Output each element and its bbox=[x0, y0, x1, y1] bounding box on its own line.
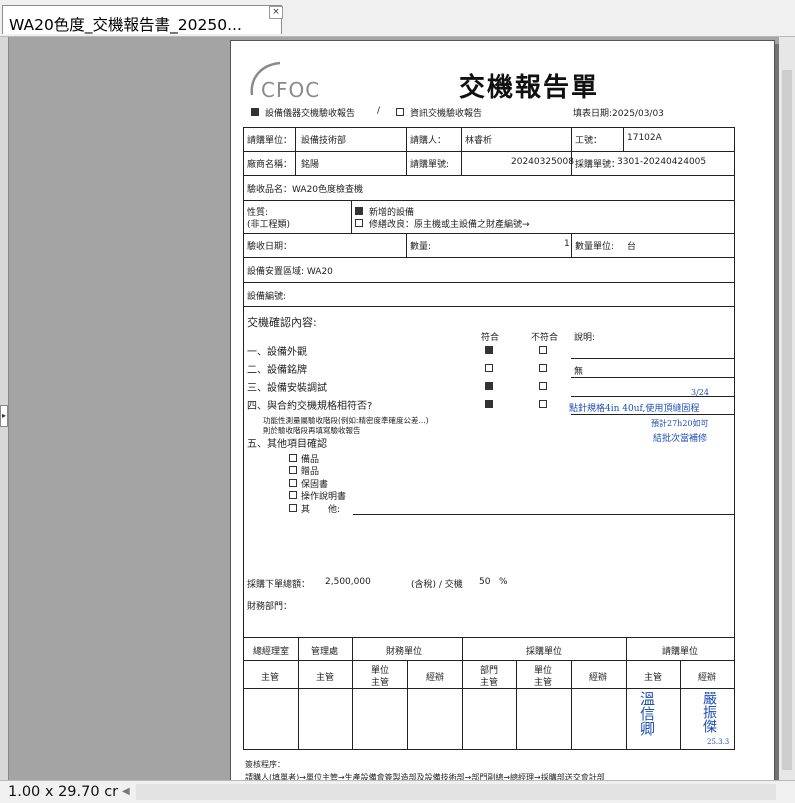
percent-sign: % bbox=[499, 577, 508, 587]
other-gift-checkbox bbox=[289, 466, 297, 474]
po-no-label: 採購單號： bbox=[575, 160, 621, 170]
request-no-value: 20240325008 bbox=[511, 157, 574, 167]
amount-value: 2,500,000 bbox=[325, 577, 371, 587]
quantity-label: 數量: bbox=[410, 242, 432, 252]
handwritten-note-3: 結批次當補修 bbox=[653, 434, 708, 444]
other-misc-label: 其 他: bbox=[301, 505, 341, 515]
purchase-handler: 經辦 bbox=[589, 673, 608, 683]
requester-label: 請購人： bbox=[410, 136, 447, 146]
confirm-item-2: 二、設備銘牌 bbox=[247, 365, 307, 376]
repair-label: 修繕改良：原主機或主設備之財產編號→ bbox=[369, 220, 530, 230]
gm-supervisor: 主管 bbox=[261, 673, 280, 683]
quantity-value: 1 bbox=[564, 239, 570, 249]
it-report-checkbox bbox=[396, 108, 404, 116]
confirm-item-4: 四、與合約交機規格相符否? bbox=[247, 401, 373, 412]
nature-sub: (非工程類) bbox=[247, 220, 291, 230]
sign-purchase-header: 採購單位 bbox=[526, 647, 563, 657]
equipment-no-label: 設備編號: bbox=[247, 292, 287, 302]
item-3-ng-checkbox bbox=[539, 382, 547, 390]
handwritten-mark: 3/24 bbox=[691, 388, 709, 397]
scroll-left-icon[interactable]: ◀ bbox=[122, 786, 130, 797]
other-spare-checkbox bbox=[289, 454, 297, 462]
tax-label: (含稅) / 交機 bbox=[411, 580, 463, 590]
other-manual-checkbox bbox=[289, 491, 297, 499]
signature-supervisor: 溫信卿 bbox=[638, 691, 656, 736]
requester-value: 林睿析 bbox=[465, 136, 493, 146]
panel-expand-handle-icon[interactable]: ▸ bbox=[0, 405, 8, 427]
purchase-unit-supervisor-2: 主管 bbox=[534, 678, 553, 688]
handwritten-note-1: 點針規格4in 40uf,使用頂縫固程 bbox=[569, 404, 700, 414]
item-2-ok-checkbox bbox=[485, 364, 493, 372]
finance-unit-supervisor-2: 主管 bbox=[371, 678, 390, 688]
finance-handler: 經辦 bbox=[426, 673, 445, 683]
type-separator: / bbox=[377, 106, 381, 116]
purchase-dept-supervisor-2: 主管 bbox=[480, 678, 499, 688]
item-4-ok-checkbox bbox=[485, 400, 493, 408]
accept-date-label: 驗收日期： bbox=[247, 242, 293, 252]
signature-date: 25.3.3 bbox=[707, 738, 730, 746]
sign-request-header: 請購單位 bbox=[662, 647, 699, 657]
repair-checkbox bbox=[355, 219, 363, 227]
tab-bar: WA20色度_交機報告書_20250... × bbox=[0, 0, 795, 37]
sign-admin-header: 管理處 bbox=[311, 647, 339, 657]
fill-date: 填表日期:2025/03/03 bbox=[573, 109, 664, 119]
quantity-unit-value: 台 bbox=[627, 242, 637, 252]
item-3-ok-checkbox bbox=[485, 382, 493, 390]
confirm-item-1: 一、設備外觀 bbox=[247, 347, 307, 358]
document-tab-title: WA20色度_交機報告書_20250... bbox=[9, 16, 242, 34]
sign-gm-header: 總經理室 bbox=[253, 647, 290, 657]
page-size-readout: 1.00 x 29.70 cr bbox=[8, 784, 119, 800]
signature-handler: 嚴振傑 bbox=[701, 691, 717, 733]
other-gift-label: 贈品 bbox=[301, 467, 320, 477]
new-equipment-checkbox bbox=[355, 207, 363, 215]
po-no-value: 3301-20240424005 bbox=[617, 157, 707, 167]
vendor-label: 廠商名稱： bbox=[247, 160, 293, 170]
company-logo: CFOC bbox=[261, 78, 321, 102]
sign-finance-header: 財務單位 bbox=[386, 647, 423, 657]
it-report-label: 資訊交機驗收報告 bbox=[410, 109, 483, 119]
document-title: 交機報告單 bbox=[459, 73, 600, 103]
confirm-item-3: 三、設備安裝調試 bbox=[247, 383, 327, 394]
approval-flow-title: 簽核程序： bbox=[245, 760, 285, 769]
unit-value: 設備技術部 bbox=[301, 136, 347, 146]
request-handler: 經辦 bbox=[698, 673, 717, 683]
column-note: 說明: bbox=[574, 333, 596, 343]
other-manual-label: 操作說明書 bbox=[301, 492, 347, 502]
employee-no-value: 17102A bbox=[627, 133, 662, 143]
equipment-report-checkbox bbox=[251, 108, 259, 116]
vendor-value: 銘陽 bbox=[301, 160, 320, 170]
quantity-unit-label: 數量單位: bbox=[575, 242, 615, 252]
document-page: CFOC 交機報告單 設備儀器交機驗收報告 / 資訊交機驗收報告 填表日期:20… bbox=[230, 40, 775, 785]
item-1-ng-checkbox bbox=[539, 346, 547, 354]
employee-no-label: 工號： bbox=[575, 136, 603, 146]
column-ng: 不符合 bbox=[531, 333, 559, 343]
confirm-section-title: 交機確認內容: bbox=[247, 316, 317, 329]
item-name: 驗收品名：WA20色度檢查機 bbox=[247, 185, 364, 195]
item-1-ok-checkbox bbox=[485, 346, 493, 354]
amount-label: 採購下單總額： bbox=[247, 580, 311, 590]
horizontal-scrollbar[interactable] bbox=[136, 784, 776, 800]
request-no-label: 請購單號: bbox=[410, 160, 450, 170]
other-misc-checkbox bbox=[289, 504, 297, 512]
item-4-ng-checkbox bbox=[539, 400, 547, 408]
finance-dept-label: 財務部門： bbox=[247, 602, 293, 612]
item-2-note: 無 bbox=[574, 367, 584, 377]
column-ok: 符合 bbox=[481, 333, 500, 343]
item-2-ng-checkbox bbox=[539, 364, 547, 372]
admin-supervisor: 主管 bbox=[316, 673, 335, 683]
status-bar: 1.00 x 29.70 cr ◀ bbox=[0, 780, 795, 803]
close-icon[interactable]: × bbox=[269, 6, 283, 19]
equipment-report-label: 設備儀器交機驗收報告 bbox=[265, 109, 356, 119]
other-warranty-checkbox bbox=[289, 479, 297, 487]
document-tab[interactable]: WA20色度_交機報告書_20250... × bbox=[2, 5, 283, 34]
unit-label: 請購單位： bbox=[247, 136, 293, 146]
request-supervisor: 主管 bbox=[644, 673, 663, 683]
other-items-title: 五、其他項目確認 bbox=[247, 439, 327, 450]
install-area: 設備安置區域: WA20 bbox=[247, 267, 333, 277]
handwritten-note-2: 預計27h20如可 bbox=[651, 419, 709, 428]
percent-value: 50 bbox=[479, 577, 491, 587]
vertical-scroll-thumb[interactable] bbox=[782, 70, 792, 770]
